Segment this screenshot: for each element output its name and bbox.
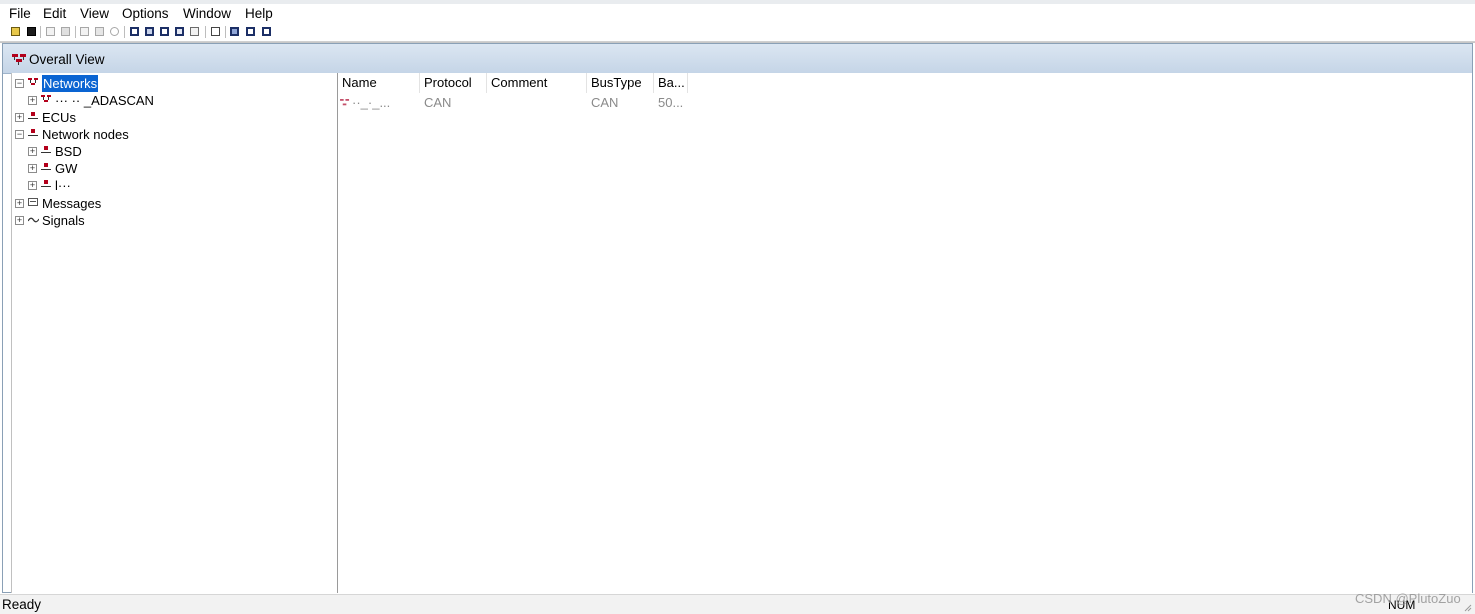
menu-window[interactable]: Window [183, 5, 231, 22]
view-overall-icon[interactable] [130, 27, 139, 36]
open-folder-icon[interactable] [11, 27, 20, 36]
menu-bar: File Edit View Options Window Help [0, 4, 1475, 24]
expand-icon[interactable]: + [15, 216, 24, 225]
toolbar-separator [40, 26, 41, 38]
find-icon[interactable] [110, 27, 119, 36]
watermark: CSDN @PlutoZuo [1355, 591, 1461, 606]
message-icon [28, 198, 38, 206]
expand-icon[interactable]: + [28, 181, 37, 190]
tree-label-ecus[interactable]: ECUs [42, 109, 76, 126]
view-table-icon[interactable] [160, 27, 169, 36]
signal-wave-icon [28, 217, 39, 223]
cascade-icon[interactable] [230, 27, 239, 36]
tree-label-networks[interactable]: Networks [42, 75, 99, 92]
tree-node-messages[interactable]: + Messages [15, 195, 215, 212]
collapse-icon[interactable]: − [15, 130, 24, 139]
column-header-comment[interactable]: Comment [487, 73, 587, 93]
node-icon [28, 129, 38, 136]
cell-comment [487, 94, 587, 112]
overall-view-window: Overall View − Networks + ··· ·· _ADASCA… [2, 43, 1473, 593]
tree-label-messages[interactable]: Messages [42, 195, 101, 212]
cell-protocol: CAN [424, 95, 452, 110]
expand-icon[interactable]: + [28, 164, 37, 173]
toolbar [0, 24, 1475, 42]
tree-node-network-adascan[interactable]: + ··· ·· _ADASCAN [28, 92, 328, 109]
node-icon [41, 180, 51, 187]
delete-icon[interactable] [95, 27, 104, 36]
save-icon[interactable] [27, 27, 36, 36]
cell-bustype: CAN [591, 95, 619, 110]
menu-edit[interactable]: Edit [43, 5, 66, 22]
network-icon [41, 95, 51, 102]
view-list-icon[interactable] [145, 27, 154, 36]
tree-label-gw[interactable]: GW [55, 160, 77, 177]
tree-node-bsd[interactable]: + BSD [28, 143, 228, 160]
expand-icon[interactable]: + [15, 113, 24, 122]
tile-vertical-icon[interactable] [262, 27, 271, 36]
column-header-baudrate[interactable]: Ba... [654, 73, 688, 93]
menu-options[interactable]: Options [122, 5, 169, 22]
expand-icon[interactable]: + [28, 96, 37, 105]
tree-label-signals[interactable]: Signals [42, 212, 85, 229]
toolbar-separator [225, 26, 226, 38]
node-icon [41, 146, 51, 153]
menu-help[interactable]: Help [245, 5, 273, 22]
tree-label-bsd[interactable]: BSD [55, 143, 82, 160]
toolbar-separator [124, 26, 125, 38]
window-title-bar: Overall View [3, 44, 1472, 74]
overall-view-icon [12, 54, 26, 65]
view-detail-icon[interactable] [175, 27, 184, 36]
status-text: Ready [2, 597, 42, 612]
details-list[interactable]: Name Protocol Comment BusType Ba... ··_·… [338, 73, 1472, 593]
menu-view[interactable]: View [80, 5, 109, 22]
hex-icon[interactable] [211, 27, 220, 36]
tree-node-signals[interactable]: + Signals [15, 212, 215, 229]
paste-icon[interactable] [61, 27, 70, 36]
status-bar: Ready NUM [0, 594, 1475, 614]
column-header-bustype[interactable]: BusType [587, 73, 654, 93]
toolbar-separator [205, 26, 206, 38]
tree-label-network-nodes[interactable]: Network nodes [42, 126, 129, 143]
column-header-name[interactable]: Name [338, 73, 420, 93]
tree-label-network[interactable]: ··· ·· _ADASCAN [55, 92, 154, 109]
tree-pane[interactable]: − Networks + ··· ·· _ADASCAN + ECUs − Ne… [11, 73, 339, 593]
view-form-icon[interactable] [190, 27, 199, 36]
tile-horizontal-icon[interactable] [246, 27, 255, 36]
tree-node-third[interactable]: + l··· [28, 177, 228, 191]
expand-icon[interactable]: + [15, 199, 24, 208]
tree-node-networks[interactable]: − Networks [15, 75, 215, 92]
row-name-text: ··_·_... [352, 95, 391, 110]
copy-icon[interactable] [46, 27, 55, 36]
new-item-icon[interactable] [80, 27, 89, 36]
window-title: Overall View [29, 52, 105, 67]
tree-node-ecus[interactable]: + ECUs [15, 109, 215, 126]
column-header-protocol[interactable]: Protocol [420, 73, 487, 93]
toolbar-separator [75, 26, 76, 38]
network-icon [340, 99, 350, 106]
cell-name[interactable]: ··_·_... [338, 94, 420, 112]
collapse-icon[interactable]: − [15, 79, 24, 88]
resize-grip-icon[interactable] [1464, 604, 1472, 612]
tree-node-gw[interactable]: + GW [28, 160, 228, 177]
expand-icon[interactable]: + [28, 147, 37, 156]
tree-node-network-nodes[interactable]: − Network nodes [15, 126, 265, 143]
node-icon [41, 163, 51, 170]
ecu-icon [28, 112, 38, 119]
menu-file[interactable]: File [9, 5, 31, 22]
tree-label-node[interactable]: l··· [55, 177, 71, 191]
network-icon [28, 78, 38, 85]
cell-baudrate: 50... [658, 95, 684, 110]
